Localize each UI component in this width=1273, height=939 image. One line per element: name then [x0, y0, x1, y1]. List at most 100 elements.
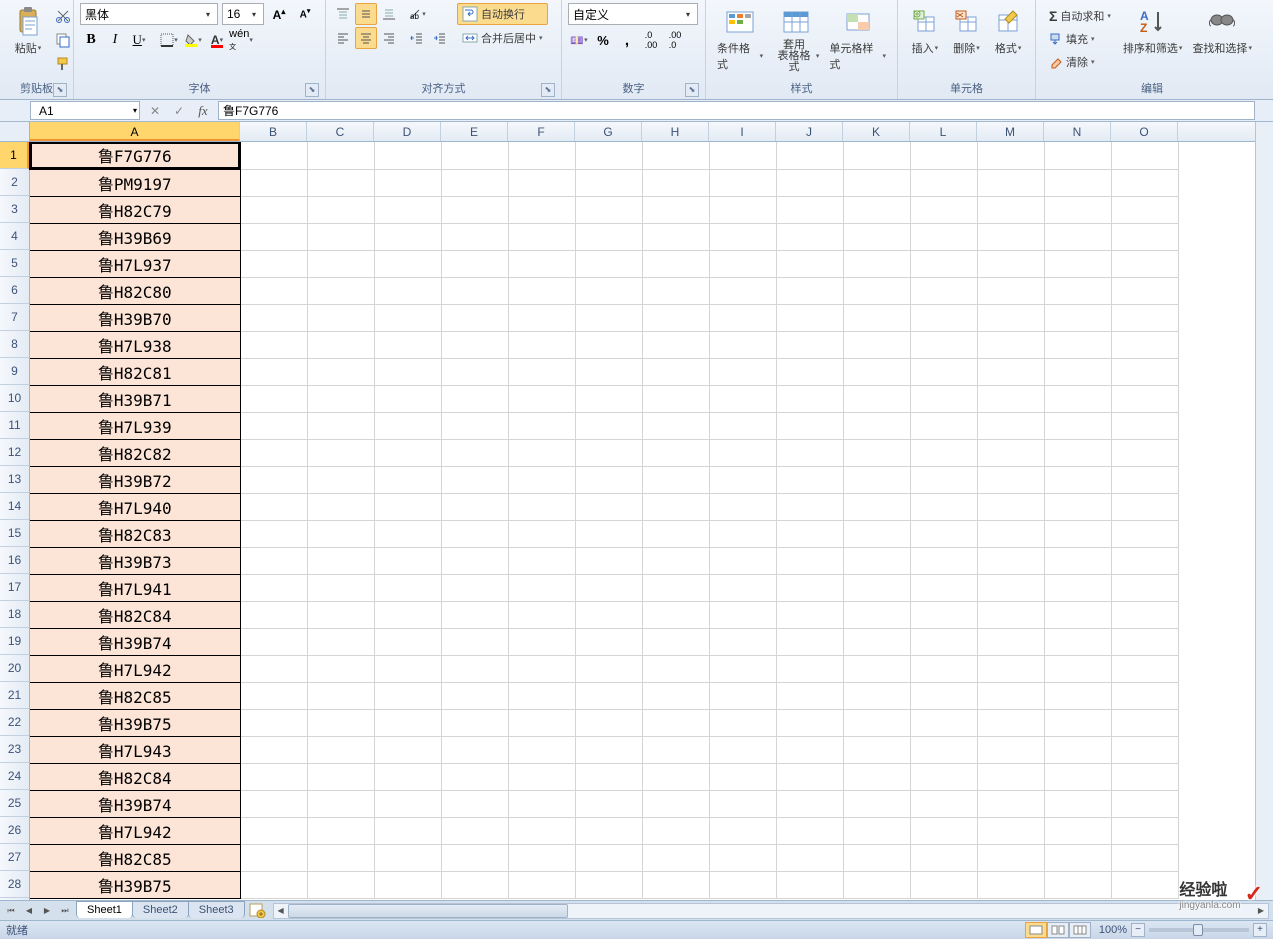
cell-M10[interactable]: [977, 385, 1044, 412]
col-header-K[interactable]: K: [843, 122, 910, 141]
chevron-down-icon[interactable]: ▾: [681, 10, 695, 19]
cell-J19[interactable]: [776, 628, 843, 655]
col-header-A[interactable]: A: [30, 122, 240, 141]
cell-O7[interactable]: [1111, 304, 1178, 331]
conditional-format-button[interactable]: 条件格式▾: [712, 3, 768, 75]
cell-N21[interactable]: [1044, 682, 1111, 709]
cell-C1[interactable]: [307, 142, 374, 169]
enter-formula-button[interactable]: ✓: [168, 102, 190, 120]
cell-K22[interactable]: [843, 709, 910, 736]
cell-J16[interactable]: [776, 547, 843, 574]
cell-M9[interactable]: [977, 358, 1044, 385]
cell-C23[interactable]: [307, 736, 374, 763]
cell-L17[interactable]: [910, 574, 977, 601]
cell-O12[interactable]: [1111, 439, 1178, 466]
normal-view-button[interactable]: [1025, 922, 1047, 938]
cell-H5[interactable]: [642, 250, 709, 277]
cell-G22[interactable]: [575, 709, 642, 736]
cell-N27[interactable]: [1044, 844, 1111, 871]
cell-F10[interactable]: [508, 385, 575, 412]
cell-N28[interactable]: [1044, 871, 1111, 898]
currency-button[interactable]: 💷▾: [568, 29, 590, 51]
prev-sheet-button[interactable]: ◀: [20, 903, 38, 919]
cell-G4[interactable]: [575, 223, 642, 250]
row-header-10[interactable]: 10: [0, 385, 29, 412]
cell-L27[interactable]: [910, 844, 977, 871]
cell-K26[interactable]: [843, 817, 910, 844]
cell-K18[interactable]: [843, 601, 910, 628]
cell-D27[interactable]: [374, 844, 441, 871]
col-header-F[interactable]: F: [508, 122, 575, 141]
cell-D16[interactable]: [374, 547, 441, 574]
cell-L7[interactable]: [910, 304, 977, 331]
cell-N26[interactable]: [1044, 817, 1111, 844]
fill-button[interactable]: 填充▾: [1044, 28, 1116, 50]
cell-O21[interactable]: [1111, 682, 1178, 709]
cell-C26[interactable]: [307, 817, 374, 844]
row-header-27[interactable]: 27: [0, 844, 29, 871]
alignment-launcher[interactable]: ⬊: [541, 83, 555, 97]
cell-D19[interactable]: [374, 628, 441, 655]
cell-O2[interactable]: [1111, 169, 1178, 196]
cell-C28[interactable]: [307, 871, 374, 898]
cell-F15[interactable]: [508, 520, 575, 547]
cell-F3[interactable]: [508, 196, 575, 223]
row-header-2[interactable]: 2: [0, 169, 29, 196]
cell-B1[interactable]: [240, 142, 307, 169]
wrap-text-button[interactable]: 自动换行: [457, 3, 548, 25]
cell-H19[interactable]: [642, 628, 709, 655]
cell-K10[interactable]: [843, 385, 910, 412]
cell-H2[interactable]: [642, 169, 709, 196]
grid-body[interactable]: 鲁F7G776鲁PM9197鲁H82C79鲁H39B69鲁H7L937鲁H82C…: [30, 142, 1255, 900]
cell-F21[interactable]: [508, 682, 575, 709]
cell-C27[interactable]: [307, 844, 374, 871]
col-header-H[interactable]: H: [642, 122, 709, 141]
tab-sheet2[interactable]: Sheet2: [132, 901, 189, 918]
cell-F23[interactable]: [508, 736, 575, 763]
cell-G13[interactable]: [575, 466, 642, 493]
cell-D11[interactable]: [374, 412, 441, 439]
cell-E13[interactable]: [441, 466, 508, 493]
cell-B19[interactable]: [240, 628, 307, 655]
cell-A7[interactable]: 鲁H39B70: [30, 304, 240, 331]
bold-button[interactable]: B: [80, 29, 102, 51]
scroll-left-button[interactable]: ◀: [274, 904, 288, 918]
cell-I2[interactable]: [709, 169, 776, 196]
cell-K27[interactable]: [843, 844, 910, 871]
cell-I18[interactable]: [709, 601, 776, 628]
cell-N15[interactable]: [1044, 520, 1111, 547]
cell-M14[interactable]: [977, 493, 1044, 520]
cell-N4[interactable]: [1044, 223, 1111, 250]
cell-G18[interactable]: [575, 601, 642, 628]
formula-input[interactable]: 鲁F7G776: [218, 101, 1255, 120]
cell-G11[interactable]: [575, 412, 642, 439]
cell-G21[interactable]: [575, 682, 642, 709]
increase-font-button[interactable]: A▴: [268, 3, 290, 25]
cell-F11[interactable]: [508, 412, 575, 439]
row-header-17[interactable]: 17: [0, 574, 29, 601]
cell-A6[interactable]: 鲁H82C80: [30, 277, 240, 304]
cell-I11[interactable]: [709, 412, 776, 439]
cell-A24[interactable]: 鲁H82C84: [30, 763, 240, 790]
cell-I16[interactable]: [709, 547, 776, 574]
cell-D17[interactable]: [374, 574, 441, 601]
decrease-indent-button[interactable]: [406, 27, 428, 49]
cell-O27[interactable]: [1111, 844, 1178, 871]
cell-N19[interactable]: [1044, 628, 1111, 655]
decrease-decimal-button[interactable]: .00.0: [664, 29, 686, 51]
cell-M20[interactable]: [977, 655, 1044, 682]
cell-G10[interactable]: [575, 385, 642, 412]
cell-F27[interactable]: [508, 844, 575, 871]
cell-E22[interactable]: [441, 709, 508, 736]
cell-E6[interactable]: [441, 277, 508, 304]
cell-M28[interactable]: [977, 871, 1044, 898]
cell-N6[interactable]: [1044, 277, 1111, 304]
cell-N23[interactable]: [1044, 736, 1111, 763]
cell-B12[interactable]: [240, 439, 307, 466]
col-header-M[interactable]: M: [977, 122, 1044, 141]
cell-G9[interactable]: [575, 358, 642, 385]
cell-B16[interactable]: [240, 547, 307, 574]
cell-I15[interactable]: [709, 520, 776, 547]
cell-A4[interactable]: 鲁H39B69: [30, 223, 240, 250]
cell-B9[interactable]: [240, 358, 307, 385]
